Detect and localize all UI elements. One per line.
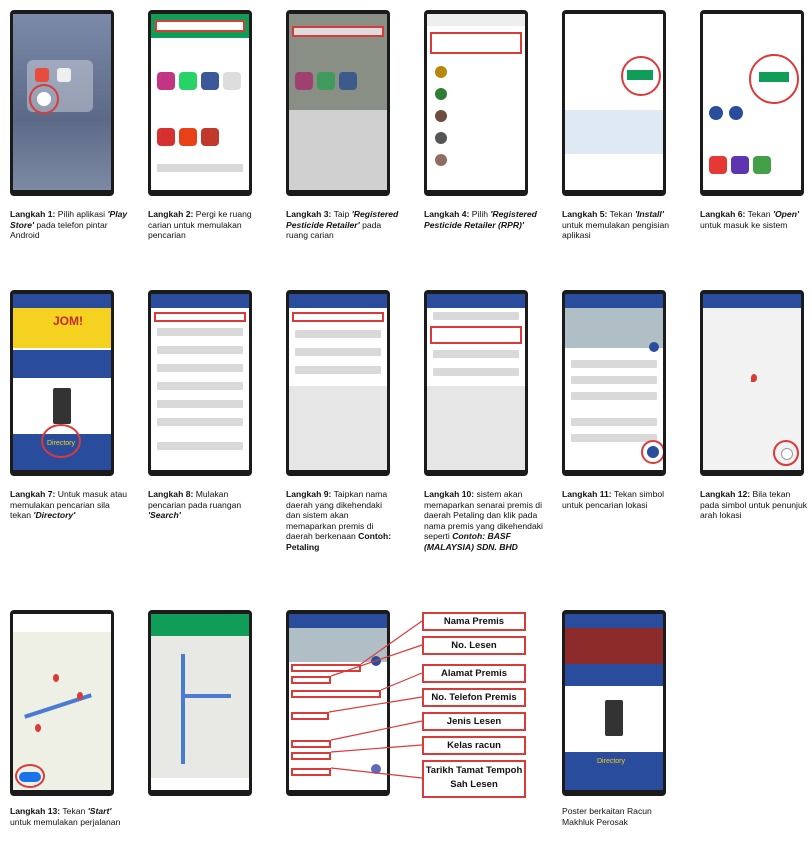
poster-panel	[565, 664, 663, 686]
directory-panel[interactable]: Directory	[565, 752, 663, 790]
screen-poster: Directory	[565, 614, 663, 790]
pesticide-illustration	[605, 700, 623, 736]
step-caption-13: Langkah 13: Tekan 'Start' untuk memulaka…	[10, 806, 121, 827]
poster-caption: Poster berkaitan Racun Makhluk Perosak	[562, 806, 652, 827]
app-header	[565, 614, 663, 628]
phone-poster: Directory	[562, 610, 666, 796]
connector-lines	[328, 620, 423, 779]
directory-label: Directory	[597, 758, 626, 765]
poster-banner	[565, 628, 663, 664]
